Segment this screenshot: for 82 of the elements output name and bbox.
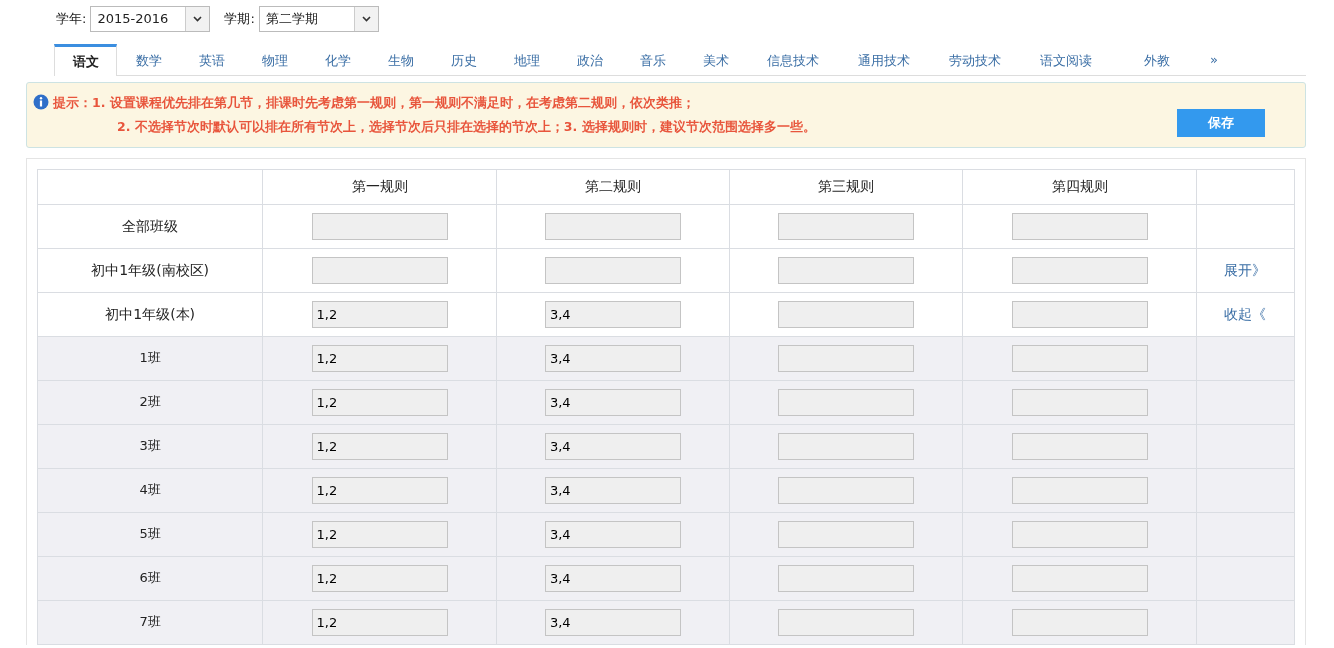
- subject-tab[interactable]: 历史: [432, 44, 495, 75]
- row-label: 5班: [37, 512, 263, 556]
- rule-input-field[interactable]: 3,4: [544, 608, 681, 636]
- rule-input-field[interactable]: 1,2: [311, 520, 448, 548]
- rule-input-field[interactable]: 3,4: [544, 432, 681, 460]
- rule-input-field[interactable]: [778, 212, 915, 240]
- info-icon: [33, 93, 49, 110]
- rule-input-field[interactable]: [1011, 432, 1148, 460]
- column-header: 第二规则: [496, 169, 730, 204]
- more-tabs-button[interactable]: »: [1202, 44, 1226, 75]
- subject-tab[interactable]: 音乐: [621, 44, 684, 75]
- rule-input-field[interactable]: 1,2: [311, 300, 448, 328]
- rule-input-field[interactable]: [544, 212, 681, 240]
- subject-tab[interactable]: 语文: [54, 44, 117, 76]
- subject-tab[interactable]: 物理: [243, 44, 306, 75]
- subject-tab[interactable]: 政治: [558, 44, 621, 75]
- subject-tab[interactable]: 英语: [180, 44, 243, 75]
- row-label: 初中1年级(本): [37, 292, 263, 336]
- rule-input-field[interactable]: [778, 520, 915, 548]
- caret-icon: [193, 16, 203, 22]
- subject-tab[interactable]: 外教: [1111, 44, 1202, 75]
- row-label: 1班: [37, 336, 263, 380]
- subject-tab[interactable]: 地理: [495, 44, 558, 75]
- rule-input-field[interactable]: [311, 256, 448, 284]
- rule-input-field[interactable]: [311, 212, 448, 240]
- rule-input-field[interactable]: [1011, 300, 1148, 328]
- rule-input-field[interactable]: 1,2: [311, 476, 448, 504]
- rule-input-field[interactable]: [544, 256, 681, 284]
- subject-tab[interactable]: 劳动技术: [929, 44, 1020, 75]
- rule-input-field[interactable]: 3,4: [544, 476, 681, 504]
- subject-tab[interactable]: 数学: [117, 44, 180, 75]
- subject-tab[interactable]: 生物: [369, 44, 432, 75]
- rule-input-field[interactable]: [1011, 476, 1148, 504]
- rule-input-field[interactable]: [778, 564, 915, 592]
- rule-input-field[interactable]: 1,2: [311, 388, 448, 416]
- toggle-link[interactable]: 收起《: [1224, 305, 1267, 322]
- dropdown[interactable]: 2015-2016: [90, 6, 211, 32]
- subject-tab[interactable]: 美术: [684, 44, 747, 75]
- row-label: 2班: [37, 380, 263, 424]
- rule-input-field[interactable]: [778, 432, 915, 460]
- caret-icon: [361, 16, 371, 22]
- notice-text: 2. 不选择节次时默认可以排在所有节次上，选择节次后只排在选择的节次上；3. 选择规则时，建议节次范围选择多一些。: [116, 117, 817, 136]
- subject-tab[interactable]: 化学: [306, 44, 369, 75]
- rule-input-field[interactable]: [778, 256, 915, 284]
- rule-input-field[interactable]: [1011, 256, 1148, 284]
- rule-input-field[interactable]: [1011, 388, 1148, 416]
- toggle-link[interactable]: 展开》: [1224, 261, 1267, 278]
- rule-input-field[interactable]: [778, 608, 915, 636]
- rule-input-field[interactable]: [1011, 520, 1148, 548]
- rule-input-field[interactable]: 3,4: [544, 388, 681, 416]
- rule-input-field[interactable]: [1011, 564, 1148, 592]
- column-header: 第三规则: [729, 169, 963, 204]
- row-label: 3班: [37, 424, 263, 468]
- rule-input-field[interactable]: 3,4: [544, 520, 681, 548]
- subject-tab[interactable]: 语文阅读: [1020, 44, 1111, 75]
- row-label: 4班: [37, 468, 263, 512]
- filter-label: 学期:: [224, 10, 255, 29]
- column-header: 第一规则: [262, 169, 497, 204]
- rule-input-field[interactable]: 3,4: [544, 344, 681, 372]
- row-label: 初中1年级(南校区): [37, 248, 263, 292]
- rule-input-field[interactable]: 1,2: [311, 608, 448, 636]
- notice-text: 提示：1. 设置课程优先排在第几节，排课时先考虑第一规则，第一规则不满足时，在考虑第二规则，依次类推；: [53, 93, 696, 112]
- rule-input-field[interactable]: [778, 476, 915, 504]
- rule-input-field[interactable]: 1,2: [311, 344, 448, 372]
- row-label: 6班: [37, 556, 263, 600]
- rule-input-field[interactable]: 3,4: [544, 564, 681, 592]
- rule-input-field[interactable]: [778, 300, 915, 328]
- rule-input-field[interactable]: [1011, 608, 1148, 636]
- filter-label: 学年:: [56, 10, 87, 29]
- row-label: 7班: [37, 600, 263, 644]
- rule-input-field[interactable]: [1011, 212, 1148, 240]
- rule-input-field[interactable]: 3,4: [544, 300, 681, 328]
- dropdown[interactable]: 第二学期: [258, 6, 379, 32]
- rule-input-field[interactable]: 1,2: [311, 564, 448, 592]
- rule-input-field[interactable]: [778, 388, 915, 416]
- rule-input-field[interactable]: [778, 344, 915, 372]
- row-label: 全部班级: [37, 204, 263, 248]
- column-header: 第四规则: [962, 169, 1197, 204]
- subject-tab[interactable]: 信息技术: [747, 44, 838, 75]
- rule-input-field[interactable]: 1,2: [311, 432, 448, 460]
- subject-tab[interactable]: 通用技术: [838, 44, 929, 75]
- rule-input-field[interactable]: [1011, 344, 1148, 372]
